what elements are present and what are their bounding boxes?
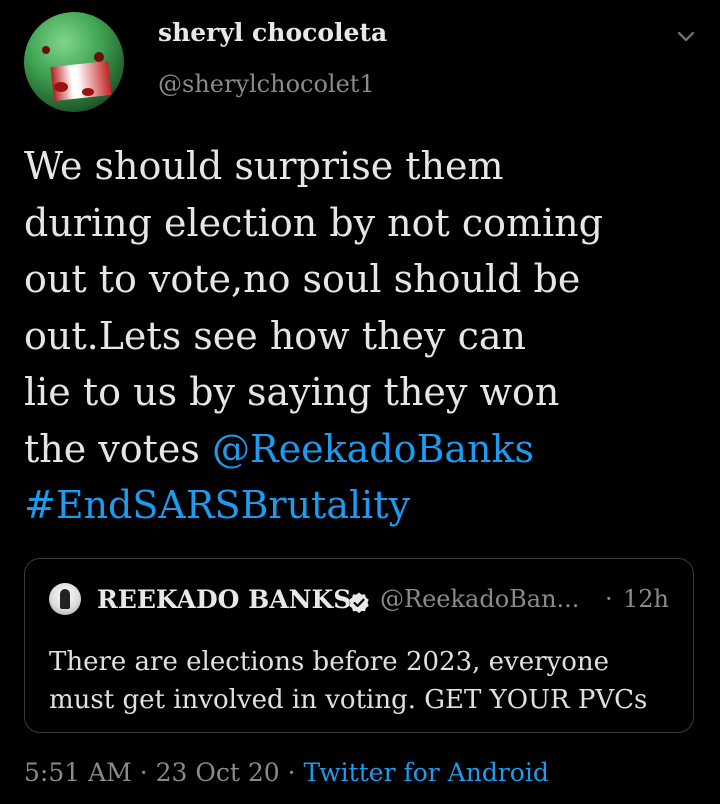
author-name[interactable]: sheryl chocoleta — [158, 18, 387, 47]
mention-link[interactable]: @ReekadoBanks — [212, 427, 534, 471]
more-options-chevron-icon[interactable] — [674, 24, 698, 48]
quoted-author-handle: @ReekadoBan... — [380, 585, 580, 613]
tweet-meta: 5:51 AM · 23 Oct 20 · Twitter for Androi… — [24, 758, 549, 787]
quoted-tweet-text: There are elections before 2023, everyon… — [49, 647, 648, 715]
quoted-author-avatar — [49, 583, 81, 615]
quoted-tweet-card[interactable]: REEKADO BANKS @ReekadoBan... · 12h There… — [24, 558, 694, 733]
meta-separator: · — [131, 758, 156, 787]
verified-badge-icon — [349, 592, 369, 614]
tweet-source-link[interactable]: Twitter for Android — [304, 758, 549, 787]
hashtag-link[interactable]: #EndSARSBrutality — [24, 483, 410, 527]
tweet-time: 5:51 AM — [24, 758, 132, 787]
quoted-author-name: REEKADO BANKS — [97, 585, 352, 614]
meta-separator: · — [279, 758, 304, 787]
tweet-date: 23 Oct 20 — [155, 758, 280, 787]
quoted-separator: · — [605, 585, 613, 613]
quoted-timestamp: 12h — [623, 585, 669, 613]
author-avatar[interactable] — [24, 12, 124, 112]
author-handle[interactable]: @sherylchocolet1 — [158, 70, 375, 98]
tweet-text: We should surprise them during election … — [24, 138, 664, 534]
tweet-text-body: We should surprise them during election … — [24, 144, 603, 471]
